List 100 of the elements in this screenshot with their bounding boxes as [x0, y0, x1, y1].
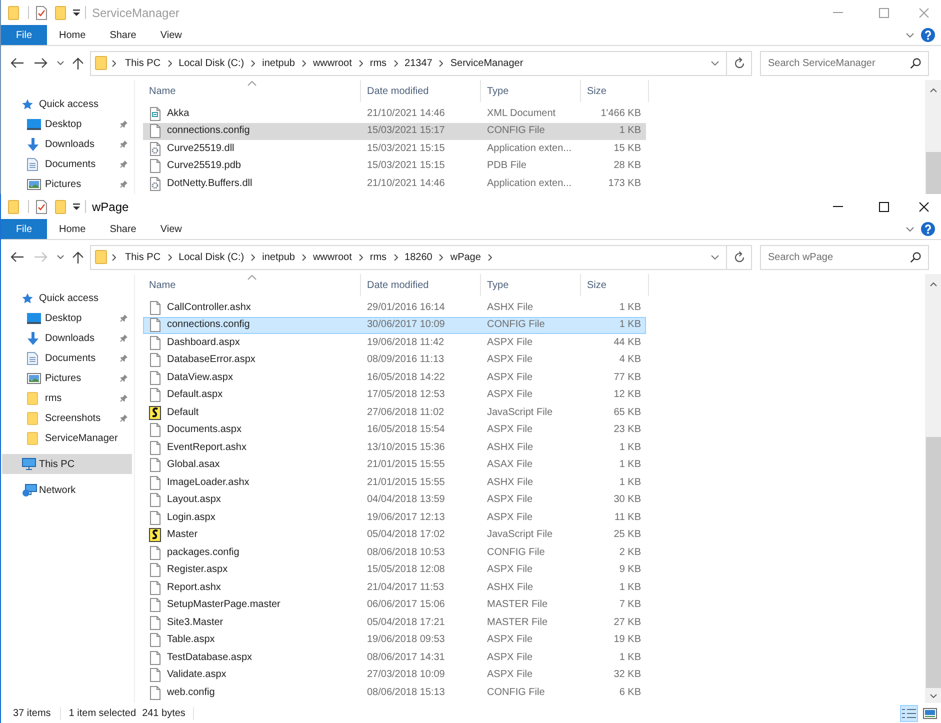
nav-item[interactable]: Downloads — [2, 134, 132, 154]
file-row[interactable]: Documents.aspx 16/05/2018 15:54 ASPX File 23 KB — [143, 422, 646, 439]
nav-item[interactable]: Quick access — [2, 288, 132, 308]
scroll-up-icon[interactable] — [930, 88, 936, 92]
dropdown-icon[interactable] — [73, 9, 80, 16]
file-row[interactable]: Site3.Master 05/04/2018 17:21 MASTER File 27 KB — [143, 614, 646, 632]
file-row[interactable]: DataView.aspx 16/05/2018 14:22 ASPX File 77 KB — [143, 369, 646, 386]
chevron-icon[interactable] — [439, 60, 444, 66]
back-icon[interactable] — [10, 251, 24, 263]
breadcrumb[interactable]: 18260 — [404, 250, 432, 264]
chevron-icon[interactable] — [439, 254, 444, 260]
breadcrumb[interactable]: ServiceManager — [450, 56, 524, 70]
file-row[interactable]: TestDatabase.aspx 08/06/2017 14:31 ASPX File 1 KB — [143, 649, 646, 666]
search-icon[interactable] — [910, 58, 921, 68]
column-header[interactable]: Type — [481, 80, 581, 102]
file-row[interactable]: Master 05/04/2018 17:02 JavaScript File 25 KB — [143, 526, 646, 544]
column-header[interactable]: Type — [481, 274, 581, 296]
pin-icon[interactable] — [120, 314, 128, 322]
breadcrumb[interactable]: inetpub — [262, 250, 295, 264]
nav-item[interactable]: rms — [2, 388, 132, 408]
scroll-down-icon[interactable] — [930, 694, 936, 698]
column-header[interactable]: Name — [143, 80, 361, 102]
column-header[interactable]: Size — [581, 80, 649, 102]
column-header[interactable]: Date modified — [361, 274, 481, 296]
breadcrumb[interactable]: inetpub — [262, 56, 295, 70]
file-row[interactable]: Table.aspx 19/06/2018 09:53 ASPX File 19 KB — [143, 632, 646, 649]
pin-icon[interactable] — [120, 180, 128, 188]
file-row[interactable]: connections.config 30/06/2017 10:09 CONFIG File 1 KB — [143, 316, 646, 334]
file-row[interactable]: Curve25519.dll 15/03/2021 15:15 Application exten... 15 KB — [143, 140, 646, 158]
nav-item[interactable]: Documents — [2, 348, 132, 368]
file-row[interactable]: Curve25519.pdb 15/03/2021 15:15 PDB File 28 KB — [143, 158, 646, 175]
chevron-icon[interactable] — [302, 254, 306, 260]
scrollbar[interactable] — [925, 274, 941, 703]
column-header[interactable]: Size — [581, 274, 649, 296]
pin-icon[interactable] — [120, 394, 128, 402]
maximize-icon[interactable] — [879, 202, 889, 212]
pin-icon[interactable] — [120, 374, 128, 382]
scroll-up-icon[interactable] — [930, 282, 936, 286]
chevron-down-icon[interactable] — [711, 60, 719, 66]
nav-item[interactable]: Network — [2, 480, 132, 500]
search-field[interactable]: Search ServiceManager — [760, 50, 929, 76]
file-row[interactable]: packages.config 08/06/2018 10:53 CONFIG File 2 KB — [143, 544, 646, 562]
nav-item[interactable]: Pictures — [2, 368, 132, 388]
breadcrumb[interactable]: This PC — [125, 56, 161, 70]
chevron-down-icon[interactable] — [57, 61, 64, 65]
chevron-icon[interactable] — [112, 254, 116, 260]
file-row[interactable]: EventReport.ashx 13/10/2015 15:36 ASHX File 1 KB — [143, 439, 646, 456]
pin-icon[interactable] — [120, 414, 128, 422]
ribbon-tab[interactable]: Share — [98, 219, 148, 239]
column-header[interactable]: Date modified — [361, 80, 481, 102]
nav-item[interactable]: ServiceManager — [2, 428, 132, 448]
chevron-down-icon[interactable] — [57, 255, 64, 259]
view-button[interactable] — [900, 704, 918, 722]
file-row[interactable]: Validate.aspx 27/03/2018 10:09 ASPX File 32 KB — [143, 666, 646, 684]
chevron-icon[interactable] — [251, 60, 256, 66]
help-icon[interactable] — [921, 222, 935, 236]
chevron-icon[interactable] — [251, 254, 256, 260]
file-row[interactable]: Report.ashx 21/04/2017 11:53 ASHX File 1 KB — [143, 579, 646, 596]
nav-item[interactable]: Documents — [2, 154, 132, 174]
checklist-icon[interactable] — [36, 200, 47, 214]
close-icon[interactable] — [919, 202, 929, 212]
file-row[interactable]: Default 27/06/2018 11:02 JavaScript File 65 KB — [143, 404, 646, 422]
pin-icon[interactable] — [120, 140, 128, 148]
breadcrumb[interactable]: Local Disk (C:) — [178, 250, 244, 264]
up-arrow-icon[interactable] — [72, 250, 84, 264]
checklist-icon[interactable] — [36, 6, 47, 20]
scrollbar-thumb[interactable] — [926, 437, 941, 688]
nav-item[interactable]: Desktop — [2, 308, 132, 328]
up-arrow-icon[interactable] — [72, 56, 84, 70]
file-row[interactable]: ImageLoader.ashx 21/01/2015 15:55 ASHX File 1 KB — [143, 474, 646, 492]
nav-item[interactable]: This PC — [2, 454, 132, 474]
ribbon-tab[interactable]: Home — [47, 25, 98, 45]
search-field[interactable]: Search wPage — [760, 244, 929, 270]
help-icon[interactable] — [921, 28, 935, 42]
breadcrumb[interactable]: rms — [370, 250, 387, 264]
nav-item[interactable]: Desktop — [2, 114, 132, 134]
breadcrumb[interactable]: wwwroot — [312, 56, 352, 70]
chevron-down-icon[interactable] — [906, 226, 914, 232]
breadcrumb[interactable]: 21347 — [404, 56, 432, 70]
pin-icon[interactable] — [120, 160, 128, 168]
nav-item[interactable]: Quick access — [2, 94, 132, 114]
file-row[interactable]: connections.config 15/03/2021 15:17 CONFIG File 1 KB — [143, 122, 646, 140]
file-row[interactable]: CallController.ashx 29/01/2016 16:14 ASHX File 1 KB — [143, 299, 646, 316]
chevron-icon[interactable] — [112, 60, 116, 66]
back-icon[interactable] — [10, 57, 24, 69]
breadcrumb[interactable]: wwwroot — [312, 250, 352, 264]
file-row[interactable]: Layout.aspx 04/04/2018 13:59 ASPX File 30 KB — [143, 492, 646, 509]
chevron-icon[interactable] — [358, 60, 363, 66]
column-header[interactable]: Name — [143, 274, 361, 296]
scrollbar-thumb[interactable] — [926, 152, 941, 194]
chevron-icon[interactable] — [394, 254, 398, 260]
nav-item[interactable]: Downloads — [2, 328, 132, 348]
chevron-down-icon[interactable] — [711, 254, 719, 260]
file-row[interactable]: Global.asax 21/01/2015 15:55 ASAX File 1 KB — [143, 456, 646, 474]
file-row[interactable]: DatabaseError.aspx 08/09/2016 11:13 ASPX File 4 KB — [143, 352, 646, 369]
ribbon-tab[interactable]: View — [148, 219, 194, 239]
file-row[interactable]: Akka 21/10/2021 14:46 XML Document 1'466 KB — [143, 105, 646, 122]
file-tab[interactable]: File — [1, 25, 47, 45]
chevron-icon[interactable] — [168, 254, 172, 260]
address-bar[interactable]: This PC Local Disk (C:) inetpub wwwroot rms 18260 wPage — [90, 244, 752, 270]
